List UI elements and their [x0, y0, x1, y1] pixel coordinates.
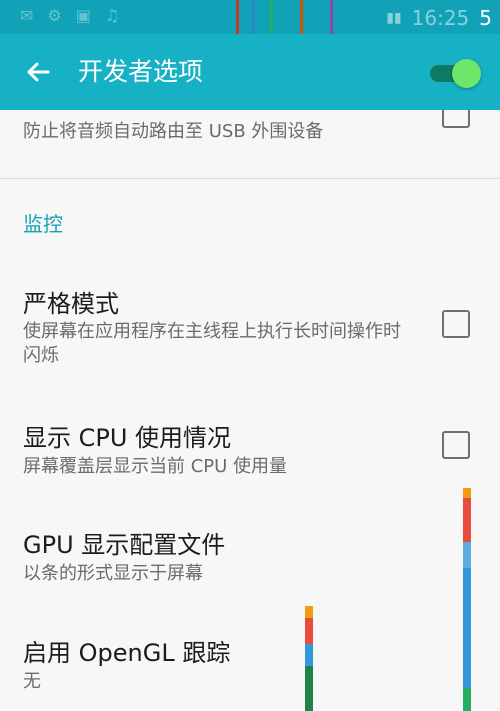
list-item-gpu-profile[interactable]: GPU 显示配置文件 以条的形式显示于屏幕	[0, 525, 500, 595]
list-item-opengl-traces[interactable]: 启用 OpenGL 跟踪 无	[0, 633, 500, 703]
list-item-show-cpu-usage[interactable]: 显示 CPU 使用情况 屏幕覆盖层显示当前 CPU 使用量	[0, 415, 500, 485]
gpu-profile-bar	[463, 488, 471, 498]
item-subtitle: 使屏幕在应用程序在主线程上执行长时间操作时闪烁	[23, 321, 401, 366]
item-subtitle: 无	[23, 671, 41, 692]
gpu-profile-bar	[305, 606, 313, 618]
list-item-strict-mode[interactable]: 严格模式 使屏幕在应用程序在主线程上执行长时间操作时闪烁	[0, 280, 500, 380]
gpu-profile-bar	[305, 666, 313, 711]
gpu-profile-bar	[463, 688, 471, 711]
item-title: 严格模式	[23, 290, 119, 318]
gpu-profile-bar	[463, 568, 471, 688]
battery-icon: ▮▮	[386, 10, 402, 26]
app-bar: 开发者选项	[0, 34, 500, 110]
page-title: 开发者选项	[78, 57, 204, 86]
settings-list: 防止将音频自动路由至 USB 外围设备	[0, 110, 500, 711]
item-title: GPU 显示配置文件	[23, 531, 226, 559]
list-item-usb-audio[interactable]: 防止将音频自动路由至 USB 外围设备	[0, 110, 500, 180]
gpu-profile-bar	[463, 498, 471, 542]
toggle-thumb	[452, 59, 481, 88]
developer-options-toggle[interactable]	[428, 58, 482, 88]
notification-icon: ♫	[104, 6, 120, 25]
divider	[0, 178, 500, 179]
status-bar: ✉ ⚙ ▣ ♫ ▮▮ 16:25 5	[0, 0, 500, 34]
signal-badge: 5	[479, 6, 492, 30]
notification-icon: ▣	[75, 6, 91, 25]
item-subtitle: 以条的形式显示于屏幕	[23, 563, 203, 584]
section-header-monitoring: 监控	[23, 212, 63, 236]
gpu-profile-bar	[463, 542, 471, 568]
back-arrow-icon[interactable]	[22, 56, 54, 88]
gpu-profile-bar	[305, 644, 313, 666]
item-subtitle: 防止将音频自动路由至 USB 外围设备	[23, 121, 324, 142]
status-time: 16:25	[411, 6, 470, 30]
notification-icon: ⚙	[47, 6, 62, 25]
item-title: 启用 OpenGL 跟踪	[23, 639, 231, 667]
notification-icon: ✉	[20, 6, 34, 25]
gpu-profile-bar	[305, 618, 313, 644]
usb-audio-checkbox[interactable]	[442, 110, 470, 128]
item-subtitle: 屏幕覆盖层显示当前 CPU 使用量	[23, 456, 288, 477]
notification-icons: ✉ ⚙ ▣ ♫	[20, 6, 119, 25]
show-cpu-usage-checkbox[interactable]	[442, 431, 470, 459]
item-title: 显示 CPU 使用情况	[23, 424, 232, 452]
strict-mode-checkbox[interactable]	[442, 310, 470, 338]
